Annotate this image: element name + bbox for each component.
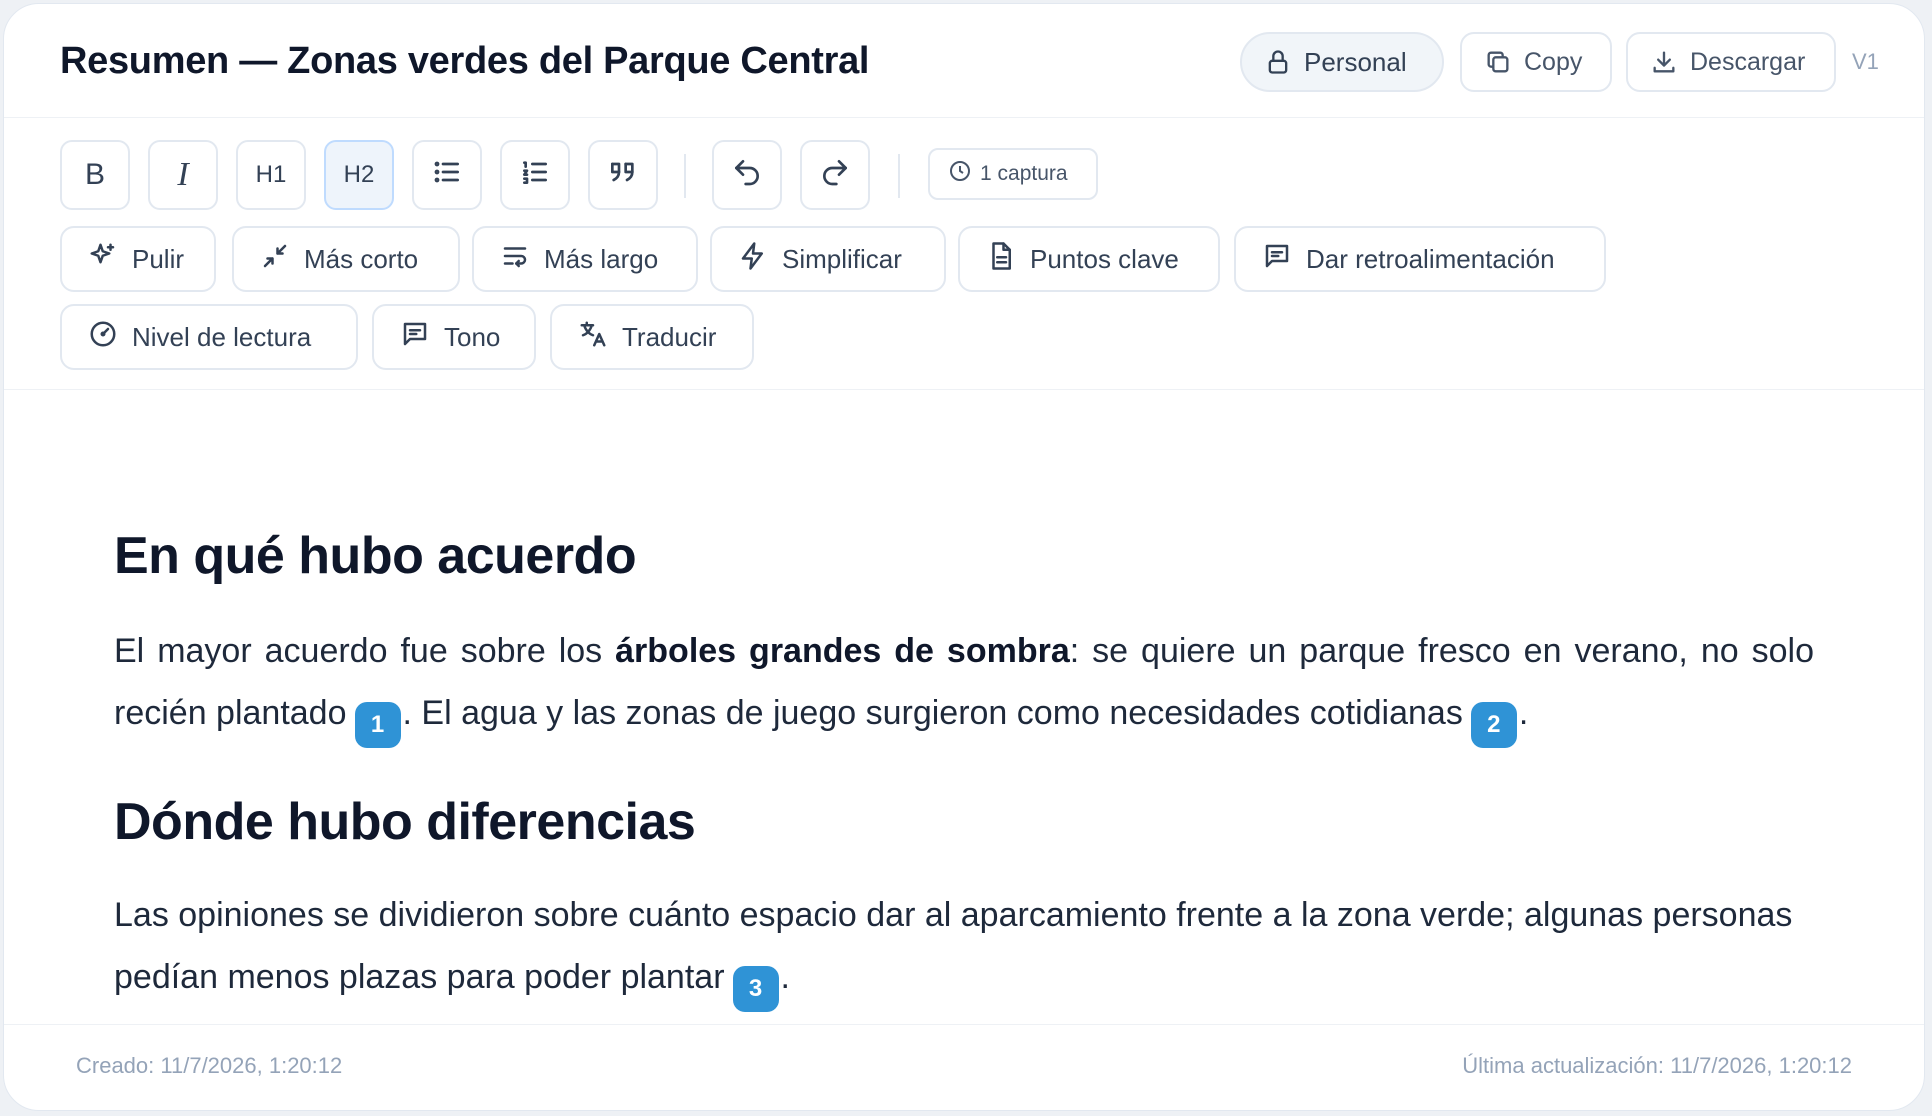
- paragraph-text: .: [1518, 694, 1529, 732]
- quote-button[interactable]: [588, 140, 658, 210]
- shorter-button[interactable]: Más corto: [232, 226, 460, 292]
- lightning-icon: [738, 241, 768, 278]
- wrap-text-icon: [500, 241, 530, 278]
- lock-icon: [1264, 48, 1292, 76]
- list-icon: [431, 156, 463, 195]
- shorter-label: Más corto: [304, 243, 419, 274]
- paragraph-text: . El agua y las zonas de juego surgieron…: [402, 694, 1463, 732]
- differences-paragraph: Las opiniones se dividieron sobre cuánto…: [114, 884, 1814, 1012]
- download-label: Descargar: [1690, 47, 1806, 76]
- citation-badge[interactable]: 3: [732, 966, 779, 1012]
- paragraph-text: .: [780, 958, 790, 996]
- toolbar-divider: [898, 154, 900, 198]
- translate-button[interactable]: Traducir: [550, 304, 754, 370]
- key-points-button[interactable]: Puntos clave: [958, 226, 1220, 292]
- paragraph-text: El mayor acuerdo fue sobre los: [114, 632, 616, 670]
- longer-label: Más largo: [544, 243, 659, 274]
- citation-badge[interactable]: 1: [354, 702, 401, 748]
- shrink-icon: [260, 241, 290, 278]
- toolbar-divider: [684, 154, 686, 198]
- italic-label: I: [177, 156, 189, 193]
- section-heading-differences: Dónde hubo diferencias: [114, 793, 696, 851]
- document-icon: [986, 241, 1016, 278]
- translate-label: Traducir: [622, 321, 717, 352]
- paragraph-text: Las opiniones se dividieron sobre cuánto…: [114, 896, 1793, 996]
- copy-button[interactable]: Copy: [1460, 32, 1612, 92]
- copy-label: Copy: [1524, 47, 1583, 76]
- feedback-label: Dar retroalimentación: [1306, 243, 1555, 274]
- sparkles-icon: [88, 241, 118, 278]
- feedback-button[interactable]: Dar retroalimentación: [1234, 226, 1606, 292]
- simplify-button[interactable]: Simplificar: [710, 226, 946, 292]
- heading-1-button[interactable]: H1: [236, 140, 306, 210]
- page-title: Resumen — Zonas verdes del Parque Centra…: [60, 40, 870, 82]
- redo-button[interactable]: [800, 140, 870, 210]
- visibility-button[interactable]: Personal: [1240, 32, 1444, 92]
- quote-icon: [607, 156, 639, 195]
- bold-label: B: [84, 158, 105, 191]
- ordered-list-icon: [519, 156, 551, 195]
- download-button[interactable]: Descargar: [1626, 32, 1836, 92]
- bulleted-list-button[interactable]: [412, 140, 482, 210]
- header: Resumen — Zonas verdes del Parque Centra…: [4, 4, 1924, 118]
- heading-2-button[interactable]: H2: [324, 140, 394, 210]
- tone-label: Tono: [444, 321, 501, 352]
- bold-button[interactable]: B: [60, 140, 130, 210]
- polish-button[interactable]: Pulir: [60, 226, 216, 292]
- heading-2-label: H2: [343, 161, 375, 188]
- editor-toolbar: B I H1 H2 1 captura Pulir Más corto Más …: [4, 118, 1924, 390]
- undo-icon: [731, 156, 763, 195]
- bold-text: árboles grandes de sombra: [615, 632, 1070, 670]
- key-points-label: Puntos clave: [1030, 243, 1179, 274]
- visibility-label: Personal: [1304, 46, 1407, 77]
- undo-button[interactable]: [712, 140, 782, 210]
- longer-button[interactable]: Más largo: [472, 226, 698, 292]
- updated-timestamp: Última actualización: 11/7/2026, 1:20:12: [1462, 1053, 1852, 1078]
- translate-icon: [578, 319, 608, 356]
- section-heading-agreement: En qué hubo acuerdo: [114, 527, 637, 585]
- numbered-list-button[interactable]: [500, 140, 570, 210]
- download-icon: [1650, 48, 1678, 76]
- reading-level-button[interactable]: Nivel de lectura: [60, 304, 358, 370]
- polish-label: Pulir: [132, 243, 185, 274]
- summary-card: Resumen — Zonas verdes del Parque Centra…: [3, 3, 1925, 1111]
- simplify-label: Simplificar: [782, 243, 902, 274]
- redo-icon: [819, 156, 851, 195]
- italic-button[interactable]: I: [148, 140, 218, 210]
- history-button[interactable]: 1 captura: [928, 148, 1098, 200]
- reading-level-label: Nivel de lectura: [132, 321, 312, 352]
- clock-icon: [948, 159, 972, 189]
- citation-badge[interactable]: 2: [1470, 702, 1517, 748]
- gauge-icon: [88, 319, 118, 356]
- message-icon: [1262, 241, 1292, 278]
- version-badge: V1: [1852, 49, 1879, 74]
- history-label: 1 captura: [980, 162, 1068, 185]
- heading-1-label: H1: [255, 161, 287, 188]
- copy-icon: [1484, 48, 1512, 76]
- document-content[interactable]: En qué hubo acuerdo El mayor acuerdo fue…: [112, 390, 1814, 1030]
- footer: Creado: 11/7/2026, 1:20:12 Última actual…: [4, 1024, 1924, 1110]
- tone-button[interactable]: Tono: [372, 304, 536, 370]
- created-timestamp: Creado: 11/7/2026, 1:20:12: [76, 1053, 343, 1078]
- agreement-paragraph: El mayor acuerdo fue sobre los árboles g…: [114, 620, 1814, 748]
- message-icon: [400, 319, 430, 356]
